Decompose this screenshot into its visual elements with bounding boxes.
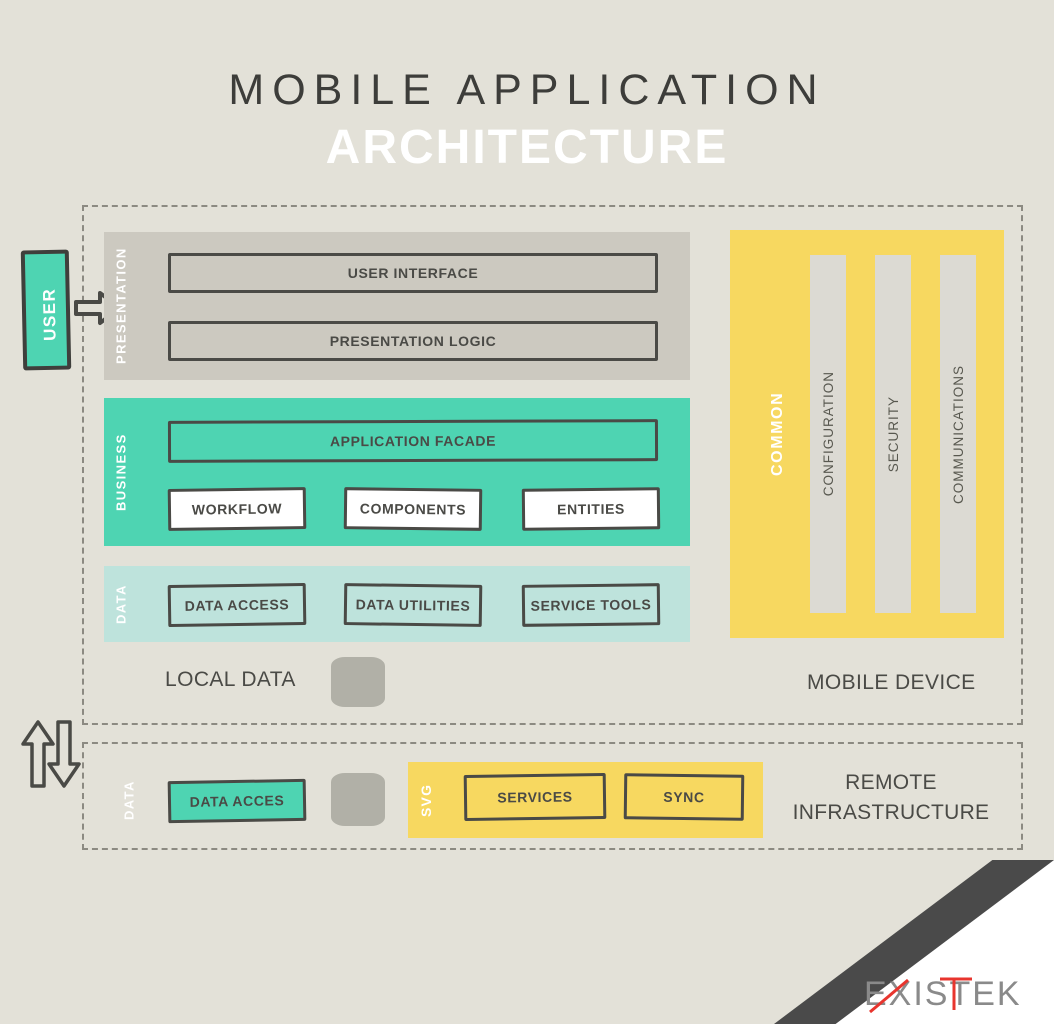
mobile-device-caption: MOBILE DEVICE <box>807 671 976 694</box>
remote-infrastructure-caption: REMOTE INFRASTRUCTURE <box>786 768 996 828</box>
existek-logo[interactable]: EXISTEK <box>862 972 1042 1016</box>
common-column-configuration[interactable]: CONFIGURATION <box>810 255 846 613</box>
remote-data-layer-label: DATA <box>121 780 137 820</box>
user-actor-label: USER <box>39 287 60 341</box>
page-title: MOBILE APPLICATION ARCHITECTURE <box>0 62 1054 178</box>
local-data-label: LOCAL DATA <box>165 668 296 691</box>
presentation-logic-block[interactable]: PRESENTATION LOGIC <box>168 321 658 361</box>
common-column-security[interactable]: SECURITY <box>875 255 911 613</box>
user-actor-box[interactable]: USER <box>20 249 72 371</box>
services-block[interactable]: SERVICES <box>463 773 607 821</box>
application-facade-block[interactable]: APPLICATION FACADE <box>167 419 659 463</box>
svg-text:EXISTEK: EXISTEK <box>864 975 1022 1013</box>
data-utilities-block[interactable]: DATA UTILITIES <box>343 583 483 627</box>
user-interface-block[interactable]: USER INTERFACE <box>168 253 658 293</box>
common-column-security-label: SECURITY <box>885 395 901 473</box>
remote-infrastructure-caption-line-2: INFRASTRUCTURE <box>792 801 990 824</box>
data-access-block[interactable]: DATA ACCESS <box>167 582 307 628</box>
svg-panel-label: SVG <box>418 783 434 817</box>
title-line-2: ARCHITECTURE <box>325 121 729 174</box>
data-layer-label: DATA <box>113 584 129 624</box>
remote-data-access-block[interactable]: DATA ACCES <box>167 778 307 824</box>
sync-block[interactable]: SYNC <box>623 773 745 821</box>
remote-infrastructure-caption-line-1: REMOTE <box>845 771 937 794</box>
common-panel-label: COMMON <box>769 391 786 477</box>
common-column-communications[interactable]: COMMUNICATIONS <box>940 255 976 613</box>
title-line-1: MOBILE APPLICATION <box>228 66 826 114</box>
components-block[interactable]: COMPONENTS <box>343 487 483 531</box>
workflow-block[interactable]: WORKFLOW <box>167 487 307 531</box>
entities-block[interactable]: ENTITIES <box>521 487 661 531</box>
service-tools-block[interactable]: SERVICE TOOLS <box>521 583 661 627</box>
remote-database-cylinder-icon <box>331 773 385 826</box>
common-column-communications-label: COMMUNICATIONS <box>950 364 966 504</box>
common-panel: COMMON CONFIGURATION SECURITY COMMUNICAT… <box>730 230 1004 638</box>
local-database-cylinder-icon <box>331 657 385 707</box>
business-layer-label: BUSINESS <box>113 433 129 511</box>
presentation-layer-label: PRESENTATION <box>113 247 129 365</box>
common-column-configuration-label: CONFIGURATION <box>820 371 836 497</box>
bidirectional-sync-arrows-icon <box>18 718 88 790</box>
